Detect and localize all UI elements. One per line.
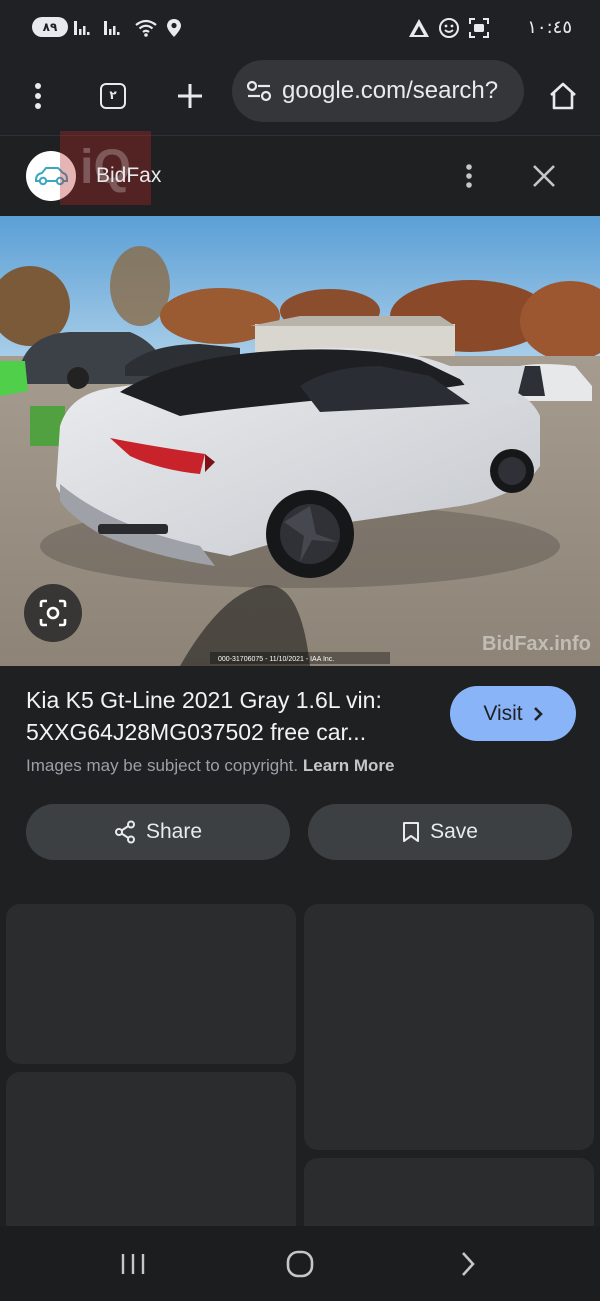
image-source-header: iQ BidFax <box>0 131 600 216</box>
close-button[interactable] <box>524 156 564 196</box>
visit-label: Visit <box>483 701 523 725</box>
result-image[interactable]: BidFax.info 000-31706075 - 11/10/2021 - … <box>0 216 600 666</box>
signal-icon <box>74 21 90 35</box>
screenshot-icon <box>469 18 489 38</box>
plus-icon <box>178 84 202 108</box>
tab-switcher-icon: ٢ <box>100 83 126 109</box>
clock: ١٠:٤٥ <box>527 17 572 38</box>
app-alert-icon <box>409 19 429 37</box>
site-more-button[interactable] <box>452 156 486 196</box>
recent-apps-icon <box>121 1254 145 1274</box>
new-tab-button[interactable] <box>164 70 216 122</box>
share-button[interactable]: Share <box>26 804 290 860</box>
status-icons-right <box>408 16 490 40</box>
share-label: Share <box>145 820 203 843</box>
save-label: Save <box>430 820 478 843</box>
image-caption: 000-31706075 - 11/10/2021 - IAA Inc. <box>218 656 334 663</box>
copyright-text: Images may be subject to copyright. <box>26 756 299 775</box>
signal-icon <box>104 21 120 35</box>
browser-toolbar: ٢ google.com/search? <box>0 56 600 136</box>
home-circle-icon <box>286 1250 314 1278</box>
save-button[interactable]: Save <box>308 804 572 860</box>
more-vert-icon <box>466 164 472 188</box>
status-bar: ٨٩ ١٠:٤٥ <box>0 0 600 56</box>
site-name[interactable]: BidFax <box>96 164 161 188</box>
site-settings-icon <box>246 80 272 102</box>
chevron-right-icon <box>462 1252 475 1276</box>
lens-search-button[interactable] <box>24 584 82 642</box>
home-icon <box>550 82 576 110</box>
wifi-icon <box>135 19 157 37</box>
related-result-card[interactable] <box>6 904 296 1064</box>
location-icon <box>167 19 181 37</box>
car-photo: BidFax.info 000-31706075 - 11/10/2021 - … <box>0 216 600 666</box>
menu-button[interactable] <box>12 70 64 122</box>
visit-button[interactable]: Visit <box>450 686 576 741</box>
system-nav-bar <box>0 1226 600 1301</box>
home-nav-button[interactable] <box>274 1238 326 1290</box>
related-result-card[interactable] <box>304 904 594 1150</box>
share-icon <box>114 820 135 844</box>
bookmark-icon <box>403 822 420 842</box>
home-button[interactable] <box>537 70 589 122</box>
lens-icon <box>39 599 67 627</box>
learn-more-link[interactable]: Learn More <box>303 756 395 775</box>
tab-switcher-button[interactable]: ٢ <box>87 70 139 122</box>
more-vert-icon <box>35 83 41 109</box>
back-button[interactable] <box>442 1238 494 1290</box>
url-text: google.com/search? <box>282 77 499 104</box>
copyright-notice: Images may be subject to copyright. Lear… <box>26 756 395 776</box>
status-icons-left <box>74 16 182 40</box>
result-title[interactable]: Kia K5 Gt-Line 2021 Gray 1.6L vin: 5XXG6… <box>26 684 436 748</box>
smiley-icon <box>439 18 459 38</box>
chevron-right-icon <box>533 706 543 721</box>
image-watermark: BidFax.info <box>482 633 591 655</box>
related-result-card[interactable] <box>6 1072 296 1242</box>
recent-apps-button[interactable] <box>107 1238 159 1290</box>
battery-badge: ٨٩ <box>32 17 68 37</box>
address-bar[interactable]: google.com/search? <box>232 60 524 122</box>
close-icon <box>533 165 555 187</box>
